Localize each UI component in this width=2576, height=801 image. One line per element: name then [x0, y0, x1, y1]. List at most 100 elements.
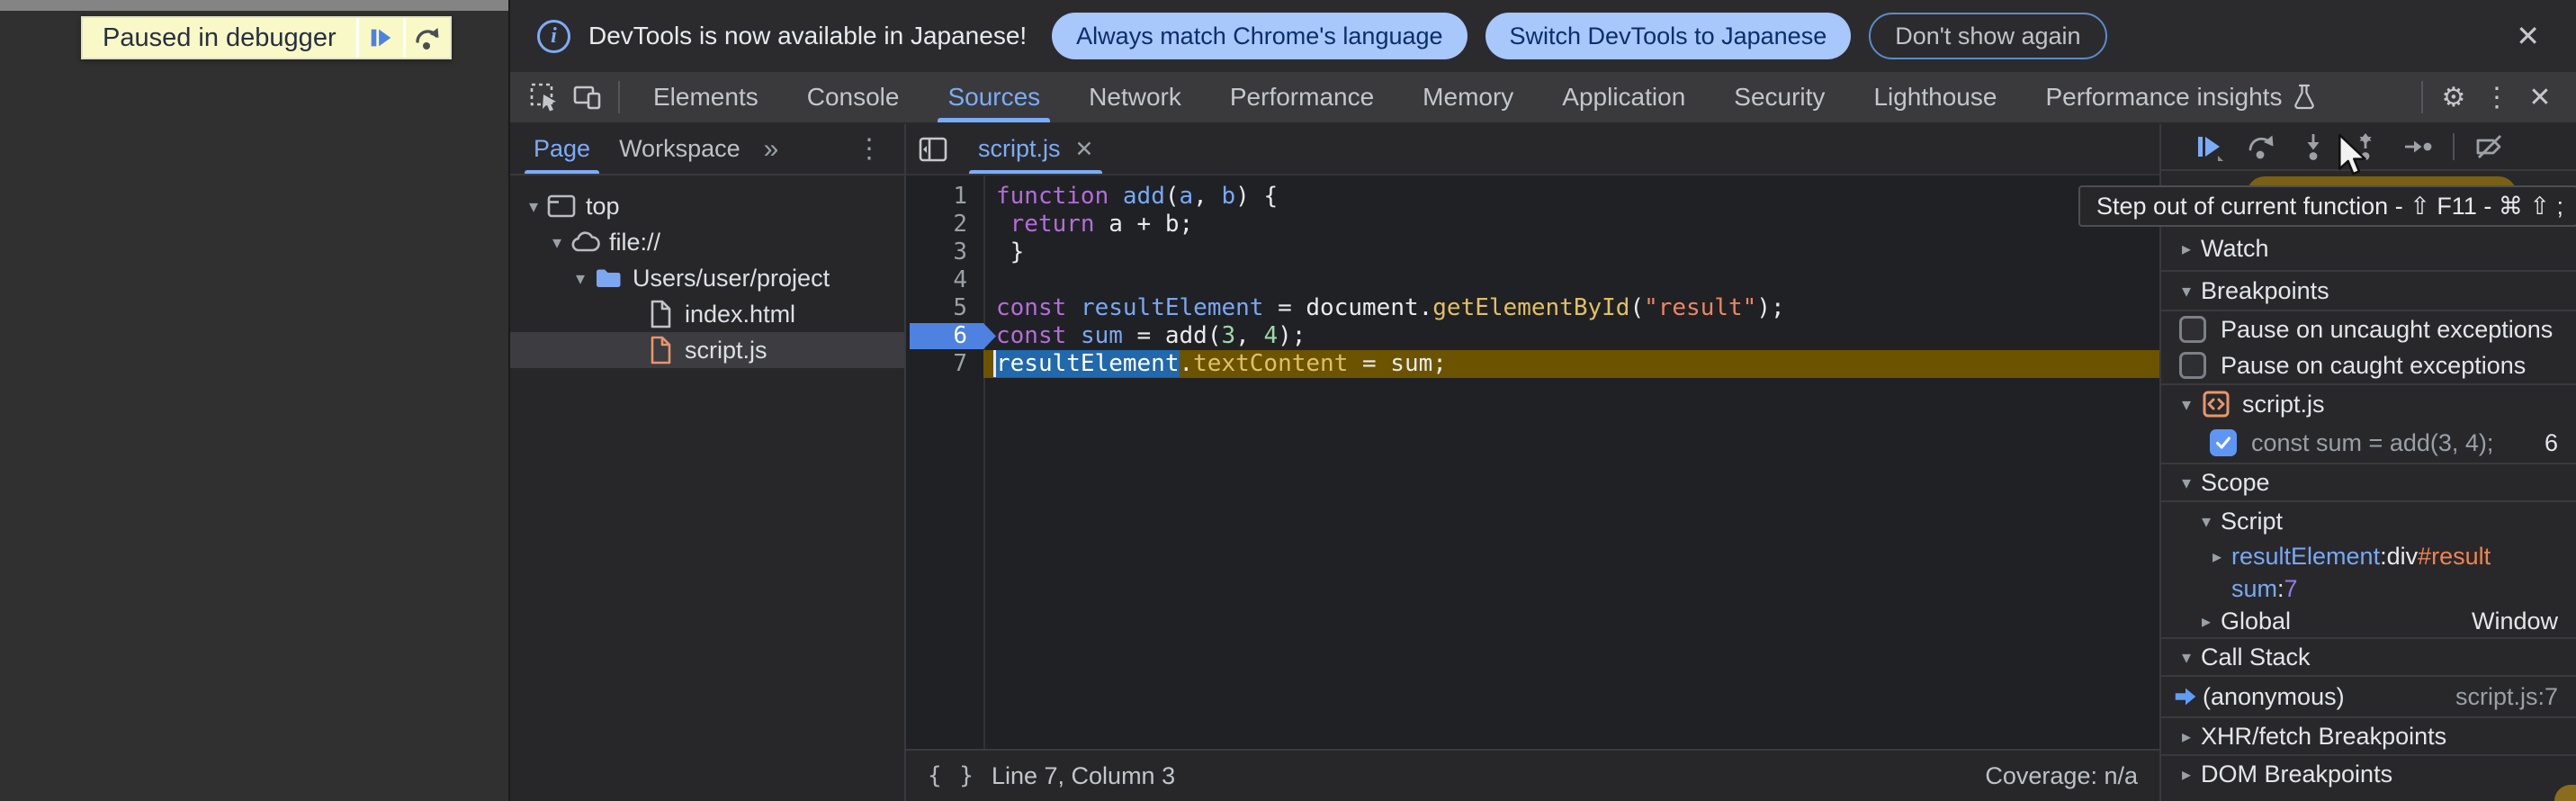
expanded-caret-icon[interactable]: ▾	[2172, 646, 2201, 669]
breakpoint-checkbox[interactable]	[2210, 429, 2237, 456]
code-editor[interactable]: 1function add(a, b) {2 return a + b;3 }4…	[906, 176, 2159, 749]
tab-network[interactable]: Network	[1064, 72, 1206, 122]
collapsed-caret-icon[interactable]: ▸	[2203, 545, 2231, 568]
code-line-7[interactable]: 7resultElement.textContent = sum;	[906, 350, 2159, 378]
code-line-1[interactable]: 1function add(a, b) {	[906, 183, 2159, 211]
scope-var-sum[interactable]: sum: 7	[2161, 572, 2576, 605]
step-icon[interactable]	[2401, 130, 2435, 164]
tree-item-script-js[interactable]: script.js	[510, 332, 904, 368]
var-value: 7	[2284, 575, 2298, 603]
expanded-caret-icon[interactable]: ▾	[2172, 280, 2201, 302]
more-tabs-icon[interactable]: »	[755, 124, 788, 174]
tree-item-label: Users/user/project	[633, 265, 830, 292]
tab-label: Network	[1089, 83, 1181, 112]
editor-tab-scriptjs[interactable]: script.js ✕	[960, 124, 1111, 174]
scope-global-row[interactable]: ▸ Global Window	[2161, 605, 2576, 637]
expanded-caret-icon[interactable]: ▾	[568, 267, 593, 290]
collapsed-caret-icon[interactable]: ▸	[2172, 238, 2201, 260]
expanded-caret-icon[interactable]: ▾	[544, 231, 570, 254]
tab-memory[interactable]: Memory	[1398, 72, 1538, 122]
pretty-print-icon[interactable]: { }	[928, 762, 975, 789]
breakpoint-code: const sum = add(3, 4);	[2251, 429, 2493, 457]
inspect-element-icon[interactable]	[523, 76, 566, 119]
pause-uncaught-checkbox[interactable]	[2179, 316, 2206, 343]
script-file-icon	[2201, 389, 2231, 419]
tree-item-users-user-project[interactable]: ▾ Users/user/project	[510, 260, 904, 296]
tab-elements[interactable]: Elements	[629, 72, 783, 122]
expanded-caret-icon[interactable]: ▾	[2172, 472, 2201, 494]
dont-show-again-button[interactable]: Don't show again	[1869, 13, 2106, 59]
expanded-caret-icon[interactable]: ▾	[521, 195, 546, 218]
call-stack-label: Call Stack	[2201, 644, 2311, 671]
code-line-3[interactable]: 3 }	[906, 238, 2159, 266]
code-line-2[interactable]: 2 return a + b;	[906, 211, 2159, 238]
panel-tabs: ElementsConsoleSources Network Performance…	[629, 72, 2340, 122]
tab-performance-insights[interactable]: Performance insights	[2021, 72, 2340, 122]
scope-var-resultelement[interactable]: ▸ resultElement: div#result	[2161, 540, 2576, 572]
section-call-stack[interactable]: ▾ Call Stack	[2161, 637, 2576, 677]
expanded-caret-icon[interactable]: ▾	[2192, 510, 2221, 533]
tree-item-file-[interactable]: ▾file://	[510, 224, 904, 260]
section-breakpoints[interactable]: ▾ Breakpoints	[2161, 272, 2576, 311]
tab-performance[interactable]: Performance	[1206, 72, 1398, 122]
tab-sources[interactable]: Sources	[923, 72, 1064, 122]
collapsed-caret-icon[interactable]: ▸	[2172, 725, 2201, 748]
deactivate-breakpoints-icon[interactable]	[2473, 130, 2507, 164]
tab-label: Performance insights	[2045, 83, 2282, 112]
tab-security[interactable]: Security	[1710, 72, 1849, 122]
collapsed-caret-icon[interactable]: ▸	[2192, 610, 2221, 633]
step-over-icon[interactable]	[2244, 130, 2278, 164]
scope-script-label: Script	[2221, 508, 2283, 536]
step-over-icon[interactable]	[403, 18, 450, 58]
navigator-more-options-icon[interactable]: ⋮	[843, 124, 895, 174]
close-devtools-icon[interactable]: ✕	[2518, 76, 2562, 119]
tab-page[interactable]: Page	[519, 124, 605, 174]
section-scope[interactable]: ▾ Scope	[2161, 463, 2576, 502]
tab-console[interactable]: Console	[783, 72, 924, 122]
notification-close-icon[interactable]: ✕	[2507, 19, 2549, 53]
more-options-icon[interactable]: ⋮	[2475, 76, 2518, 119]
section-dom-breakpoints[interactable]: ▸ DOM Breakpoints	[2161, 754, 2576, 792]
line-number[interactable]: 3	[906, 238, 983, 266]
tab-lighthouse[interactable]: Lighthouse	[1849, 72, 2021, 122]
breakpoint-entry[interactable]: const sum = add(3, 4); 6	[2161, 423, 2576, 463]
step-into-icon[interactable]	[2296, 130, 2330, 164]
step-out-icon[interactable]	[2348, 130, 2383, 164]
always-match-language-button[interactable]: Always match Chrome's language	[1052, 13, 1467, 59]
line-number[interactable]: 5	[906, 294, 983, 322]
tab-workspace[interactable]: Workspace	[605, 124, 755, 174]
toggle-navigator-icon[interactable]	[906, 124, 960, 174]
info-icon: i	[537, 20, 570, 53]
call-stack-frame[interactable]: (anonymous) script.js:7	[2161, 677, 2576, 716]
tree-item-index-html[interactable]: index.html	[510, 296, 904, 332]
tab-label: Lighthouse	[1873, 83, 1997, 112]
breakpoint-file-group[interactable]: ▾ script.js	[2161, 383, 2576, 423]
debugger-controls-divider	[2453, 133, 2455, 160]
collapsed-caret-icon[interactable]: ▸	[2172, 763, 2201, 786]
cursor-position-label: Line 7, Column 3	[992, 762, 1175, 790]
resume-script-icon[interactable]	[356, 18, 403, 58]
tab-application[interactable]: Application	[1538, 72, 1710, 122]
code-line-6[interactable]: 6const sum = add(3, 4);	[906, 322, 2159, 350]
close-tab-icon[interactable]: ✕	[1075, 136, 1094, 163]
line-number[interactable]: 7	[906, 350, 983, 378]
devtools-window: i DevTools is now available in Japanese!…	[508, 0, 2576, 801]
device-toolbar-icon[interactable]	[566, 76, 609, 119]
code-line-4[interactable]: 4	[906, 266, 2159, 294]
line-number[interactable]: 4	[906, 266, 983, 294]
line-number[interactable]: 2	[906, 211, 983, 238]
tree-item-top[interactable]: ▾top	[510, 188, 904, 224]
section-watch[interactable]: ▸ Watch	[2161, 227, 2576, 272]
expanded-caret-icon[interactable]: ▾	[2172, 393, 2201, 416]
code-line-5[interactable]: 5const resultElement = document.getEleme…	[906, 294, 2159, 322]
section-xhr-breakpoints[interactable]: ▸ XHR/fetch Breakpoints	[2161, 716, 2576, 754]
pause-caught-checkbox[interactable]	[2179, 352, 2206, 379]
line-number[interactable]: 1	[906, 183, 983, 211]
resume-script-icon[interactable]	[2192, 130, 2226, 164]
sources-panel: Page Workspace » ⋮ ▾top▾file://▾Users/us…	[510, 124, 2576, 801]
scope-script-row[interactable]: ▾ Script	[2161, 502, 2576, 540]
settings-gear-icon[interactable]: ⚙	[2432, 76, 2475, 119]
toolbar-divider	[2421, 81, 2423, 113]
switch-devtools-japanese-button[interactable]: Switch DevTools to Japanese	[1485, 13, 1852, 59]
breakpoint-marker[interactable]: 6	[906, 322, 983, 350]
